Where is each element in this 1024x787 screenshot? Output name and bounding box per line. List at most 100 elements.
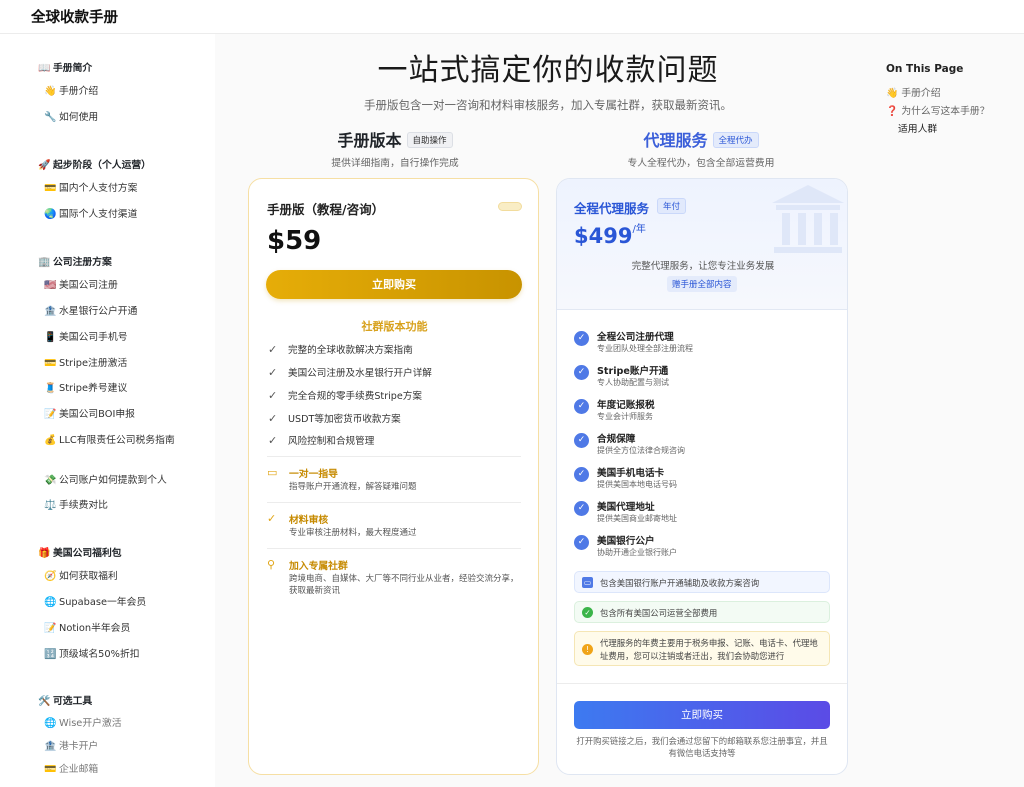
sidebar-item-howto[interactable]: 🔧 如何使用 — [44, 111, 179, 125]
gift-icon: 🎁 — [38, 548, 51, 559]
plan-name-manual: 手册版本 — [337, 131, 402, 150]
features-title: 社群版本功能 — [361, 320, 428, 333]
sidebar-item-intl-pay[interactable]: 🌏 国际个人支付渠道 — [44, 208, 179, 222]
divider — [267, 456, 521, 457]
service-item: ✓ 合规保障 提供全方位法律合规咨询 — [574, 431, 834, 459]
check-circle-icon: ✓ — [574, 433, 589, 448]
card-icon: ▭ — [267, 466, 278, 479]
check-circle-icon: ✓ — [574, 331, 589, 346]
extra-community: ⚲ 加入专属社群 跨境电商、自媒体、大厂等不同行业从业者，经验交流分享，获取最新… — [267, 558, 519, 596]
sidebar-item-domain[interactable]: 🔢 顶级域名50%折扣 — [44, 648, 179, 662]
sidebar-item-get-perks[interactable]: 🧭 如何获取福利 — [44, 570, 179, 584]
sidebar-item-domestic-pay[interactable]: 💳 国内个人支付方案 — [44, 182, 179, 196]
card-toggle-pill — [498, 202, 522, 211]
sidebar-section-perks[interactable]: 🎁 美国公司福利包 — [38, 545, 122, 559]
sidebar-item-stripe-activate[interactable]: 💳 Stripe注册激活 — [44, 357, 179, 371]
sidebar-item-notion[interactable]: 📝 Notion半年会员 — [44, 622, 179, 636]
wave-icon: 👋 — [886, 88, 899, 99]
check-icon: ✓ — [267, 512, 277, 525]
card-title-agency: 全程代理服务 — [574, 201, 650, 216]
toc-item-audience[interactable]: 适用人群 — [898, 121, 937, 135]
note-all-fees: ✓ 包含所有美国公司运营全部费用 — [574, 601, 830, 623]
card-icon: 💳 — [44, 764, 57, 775]
page-subtitle: 手册版包含一对一咨询和材料审核服务，加入专属社群，获取最新资讯。 — [364, 98, 732, 112]
sidebar-item-withdraw[interactable]: 💸 公司账户如何提款到个人 — [44, 474, 179, 488]
thread-icon: 🧵 — [44, 383, 57, 394]
plan-tag-agency: 全程代办 — [712, 131, 759, 148]
check-icon: ✓ — [268, 366, 278, 379]
buy-button-manual[interactable]: 立即购买 — [266, 270, 522, 299]
bank-icon: 🏦 — [44, 306, 57, 317]
plan-desc-agency: 专人全程代办，包含全部运营费用 — [627, 158, 775, 169]
check-circle-icon: ✓ — [574, 535, 589, 550]
card-icon: ▭ — [582, 577, 593, 588]
sidebar-item-stripe-tips[interactable]: 🧵 Stripe养号建议 — [44, 382, 179, 396]
sidebar-item-us-phone[interactable]: 📱 美国公司手机号 — [44, 331, 179, 345]
check-circle-icon: ✓ — [582, 607, 593, 618]
wrench-icon: 🔧 — [44, 112, 57, 123]
globe-icon: 🌐 — [44, 718, 57, 729]
globe-icon: 🌐 — [44, 597, 57, 608]
card-desc-agency: 完整代理服务，让您专注业务发展 — [631, 261, 775, 272]
sidebar-item-us-company[interactable]: 🇺🇸 美国公司注册 — [44, 279, 179, 293]
app-title[interactable]: 全球收款手册 — [31, 6, 118, 27]
numbers-icon: 🔢 — [44, 649, 57, 660]
divider — [267, 502, 521, 503]
bank-icon — [772, 185, 844, 253]
sidebar-section-start[interactable]: 🚀 起步阶段（个人运营） — [38, 157, 151, 171]
memo-icon: 📝 — [44, 409, 57, 420]
card-icon: 💳 — [44, 183, 57, 194]
sidebar-item-mail[interactable]: 💳 企业邮箱 — [44, 763, 179, 777]
globe-icon: 🌏 — [44, 209, 57, 220]
us-flag-icon: 🇺🇸 — [44, 280, 57, 291]
money-wings-icon: 💸 — [44, 475, 57, 486]
buy-button-agency[interactable]: 立即购买 — [574, 701, 830, 729]
feature-item: ✓ USDT等加密货币收款方案 — [268, 412, 401, 425]
card-icon: 💳 — [44, 358, 57, 369]
extra-coaching: ▭ 一对一指导 指导账户开通流程，解答疑难问题 — [267, 466, 417, 492]
check-circle-icon: ✓ — [574, 365, 589, 380]
check-icon: ✓ — [268, 389, 278, 402]
extra-review: ✓ 材料审核 专业审核注册材料，最大程度通过 — [267, 512, 417, 538]
price-agency: $499/年 — [574, 224, 646, 248]
feature-item: ✓ 风险控制和合规管理 — [268, 434, 375, 447]
phone-icon: 📱 — [44, 332, 57, 343]
sidebar-item-supabase[interactable]: 🌐 Supabase一年会员 — [44, 596, 179, 610]
service-item: ✓ 年度记账报税 专业会计师服务 — [574, 397, 834, 425]
toc-item-why[interactable]: ❓ 为什么写这本手册？ — [886, 103, 990, 117]
sidebar-item-fees[interactable]: ⚖️ 手续费对比 — [44, 499, 179, 513]
plan-head-agency: 代理服务 全程代办 专人全程代办，包含全部运营费用 — [606, 127, 796, 169]
user-icon: ⚲ — [267, 558, 276, 571]
sidebar-item-wise[interactable]: 🌐 Wise开户激活 — [44, 717, 179, 731]
card-header-agency: 全程代理服务 年付 $499/年 完整代理服务，让您专注业务发展 赠手册全部内容 — [557, 179, 847, 310]
top-bar: 全球收款手册 — [0, 0, 1024, 34]
divider — [267, 548, 521, 549]
sidebar-item-boi[interactable]: 📝 美国公司BOI申报 — [44, 408, 179, 422]
plan-tag-manual: 自助操作 — [406, 131, 453, 148]
sidebar-section-tools[interactable]: 🛠️ 可选工具 — [38, 693, 92, 707]
toc-title: On This Page — [886, 63, 964, 75]
toc-item-intro[interactable]: 👋 手册介绍 — [886, 85, 941, 99]
question-icon: ❓ — [886, 106, 899, 117]
divider — [557, 683, 847, 684]
plan-name-agency: 代理服务 — [643, 131, 708, 150]
scale-icon: ⚖️ — [44, 500, 57, 511]
service-item: ✓ 全程公司注册代理 专业团队处理全部注册流程 — [574, 329, 834, 357]
plan-desc-manual: 提供详细指南，自行操作完成 — [331, 158, 459, 169]
note-bank-consult: ▭ 包含美国银行账户开通辅助及收款方案咨询 — [574, 571, 830, 593]
service-item: ✓ 美国代理地址 提供美国商业邮寄地址 — [574, 499, 834, 527]
sidebar-section-company[interactable]: 🏢 公司注册方案 — [38, 254, 112, 268]
check-circle-icon: ✓ — [574, 501, 589, 516]
check-icon: ✓ — [268, 412, 278, 425]
sidebar-item-mercury[interactable]: 🏦 水星银行公户开通 — [44, 305, 179, 319]
sidebar-item-llc-tax[interactable]: 💰 LLC有限责任公司税务指南 — [44, 434, 179, 448]
gift-badge: 赠手册全部内容 — [667, 276, 737, 292]
check-icon: ✓ — [268, 434, 278, 447]
plan-head-manual: 手册版本 自助操作 提供详细指南，自行操作完成 — [300, 127, 490, 169]
plan-card-manual: 手册版（教程/咨询） $59 立即购买 社群版本功能 ✓ 完整的全球收款解决方案指… — [248, 178, 539, 775]
bank-icon: 🏦 — [44, 741, 57, 752]
sidebar: 📖 手册简介 👋 手册介绍 🔧 如何使用 🚀 起步阶段（个人运营） 💳 国内个人支付方案 … — [0, 34, 215, 787]
check-circle-icon: ✓ — [574, 467, 589, 482]
sidebar-item-hk-card[interactable]: 🏦 港卡开户 — [44, 740, 179, 754]
page-title: 一站式搞定你的收款问题 — [377, 53, 719, 88]
